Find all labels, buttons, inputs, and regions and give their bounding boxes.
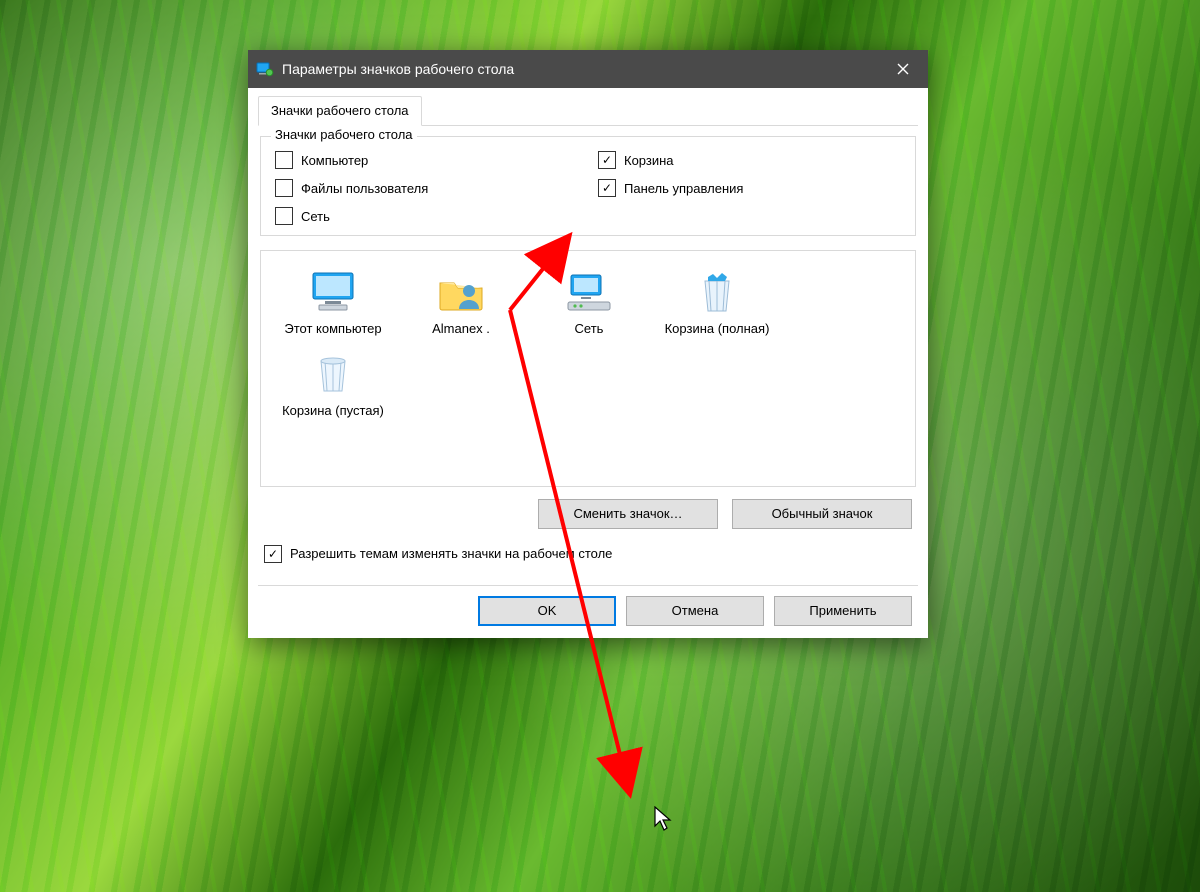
icon-label: Корзина (полная) (665, 321, 770, 337)
checkbox-label: Файлы пользователя (301, 181, 428, 196)
close-icon (897, 63, 909, 75)
network-icon (563, 269, 615, 317)
checkbox-network[interactable]: Сеть (275, 207, 578, 225)
window-client-area: Значки рабочего стола Значки рабочего ст… (248, 88, 928, 638)
icon-item-this-pc[interactable]: Этот компьютер (269, 261, 397, 343)
desktop-icon-settings-window: Параметры значков рабочего стола Значки … (248, 50, 928, 638)
checkbox-controlpanel[interactable]: Панель управления (598, 179, 901, 197)
checkbox-label: Сеть (301, 209, 330, 224)
tab-strip: Значки рабочего стола (258, 96, 918, 126)
checkbox-box (275, 179, 293, 197)
icon-label: Сеть (575, 321, 604, 337)
icon-item-network[interactable]: Сеть (525, 261, 653, 343)
checkbox-label: Корзина (624, 153, 674, 168)
recycle-bin-empty-icon (307, 351, 359, 399)
user-folder-icon (435, 269, 487, 317)
ok-button[interactable]: OK (478, 596, 616, 626)
titlebar[interactable]: Параметры значков рабочего стола (248, 50, 928, 88)
separator (258, 585, 918, 586)
window-title: Параметры значков рабочего стола (282, 61, 878, 77)
checkbox-label: Разрешить темам изменять значки на рабоч… (290, 546, 612, 561)
icon-item-user-folder[interactable]: Almanex . (397, 261, 525, 343)
icon-item-bin-empty[interactable]: Корзина (пустая) (269, 343, 397, 425)
desktop-icons-group: Значки рабочего стола Компьютер Корзина … (260, 136, 916, 236)
default-icon-button[interactable]: Обычный значок (732, 499, 912, 529)
window-icon (256, 60, 274, 78)
checkbox-box: ✓ (264, 545, 282, 563)
this-pc-icon (307, 269, 359, 317)
group-legend: Значки рабочего стола (271, 127, 417, 142)
desktop-wallpaper: Параметры значков рабочего стола Значки … (0, 0, 1200, 892)
icon-item-bin-full[interactable]: Корзина (полная) (653, 261, 781, 343)
icon-preview-well: Этот компьютер Almanex . (260, 250, 916, 487)
checkbox-label: Компьютер (301, 153, 368, 168)
icon-label: Almanex . (432, 321, 490, 337)
checkbox-recyclebin[interactable]: Корзина (598, 151, 901, 169)
cancel-button[interactable]: Отмена (626, 596, 764, 626)
checkbox-allow-themes[interactable]: ✓ Разрешить темам изменять значки на раб… (264, 545, 914, 563)
checkbox-box (598, 151, 616, 169)
apply-button[interactable]: Применить (774, 596, 912, 626)
checkbox-userfiles[interactable]: Файлы пользователя (275, 179, 578, 197)
checkbox-box (275, 151, 293, 169)
icon-label: Этот компьютер (284, 321, 381, 337)
tab-desktop-icons[interactable]: Значки рабочего стола (258, 96, 422, 126)
checkbox-label: Панель управления (624, 181, 743, 196)
checkbox-box (598, 179, 616, 197)
icon-label: Корзина (пустая) (282, 403, 384, 419)
change-icon-button[interactable]: Сменить значок… (538, 499, 718, 529)
recycle-bin-full-icon (691, 269, 743, 317)
close-button[interactable] (878, 50, 928, 88)
checkbox-computer[interactable]: Компьютер (275, 151, 578, 169)
cursor-icon (654, 806, 674, 832)
checkbox-box (275, 207, 293, 225)
